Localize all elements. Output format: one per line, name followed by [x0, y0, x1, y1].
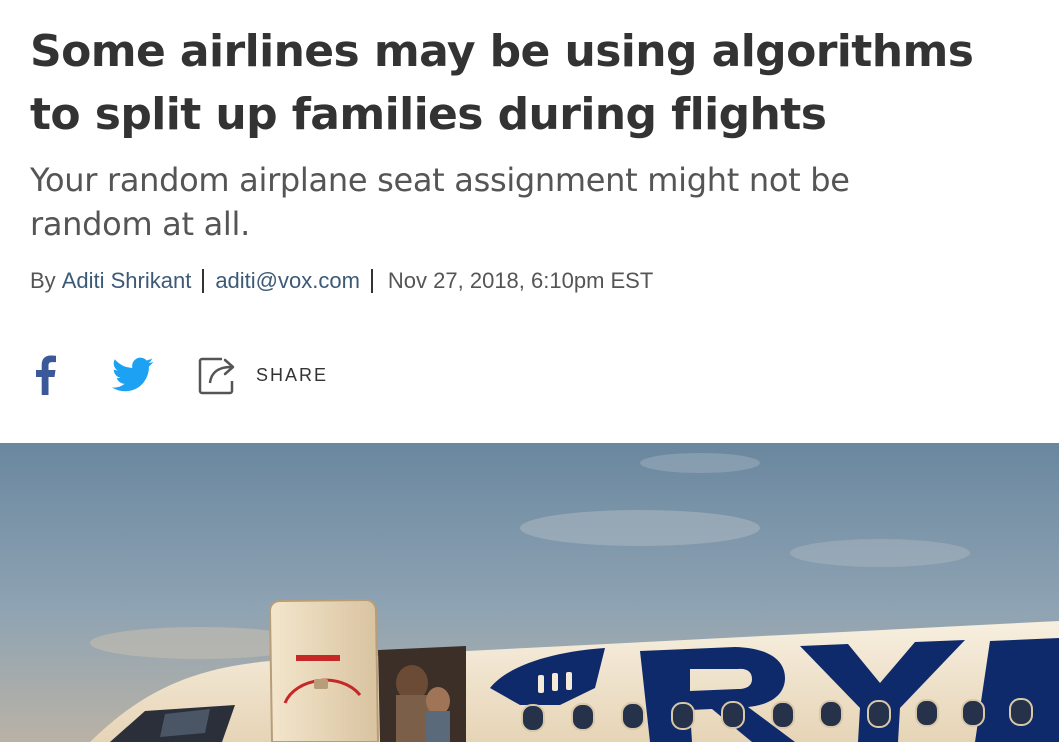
share-label: SHARE [256, 364, 329, 385]
share-bar: SHARE [30, 350, 328, 400]
headline: Some airlines may be using algorithms to… [30, 26, 974, 140]
byline-divider [370, 269, 373, 293]
share-icon [198, 357, 235, 395]
by-label: By [30, 268, 56, 293]
facebook-icon [36, 355, 56, 395]
twitter-share-button[interactable] [110, 350, 156, 400]
share-more-button[interactable]: SHARE [198, 355, 328, 395]
facebook-share-button[interactable] [30, 350, 60, 400]
hero-image [0, 443, 1059, 742]
author-email-link[interactable]: aditi@vox.com [215, 268, 360, 294]
twitter-icon [112, 357, 154, 392]
dek-subtitle: Your random airplane seat assignment mig… [30, 161, 850, 243]
author-link[interactable]: Aditi Shrikant [62, 268, 192, 294]
airplane-photo [0, 443, 1059, 742]
article-header: Some airlines may be using algorithms to… [30, 20, 1030, 294]
byline: By Aditi Shrikant aditi@vox.com Nov 27, … [30, 268, 1030, 294]
byline-divider [202, 269, 205, 293]
publish-date: Nov 27, 2018, 6:10pm EST [387, 268, 654, 293]
